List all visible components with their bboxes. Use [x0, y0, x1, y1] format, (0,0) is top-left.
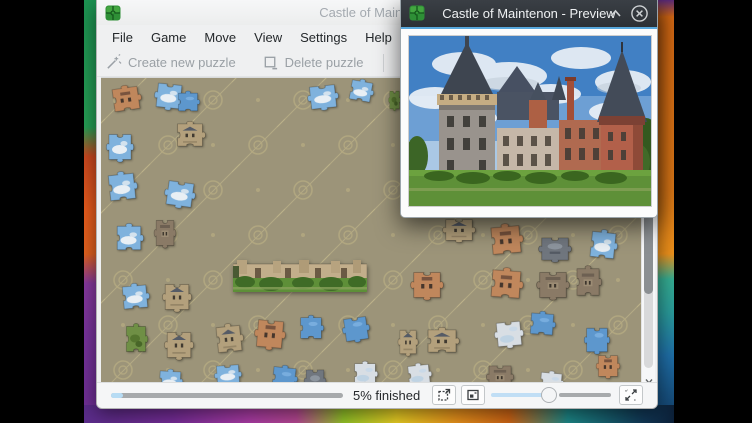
create-new-puzzle-button[interactable]: Create new puzzle [105, 54, 236, 71]
menu-file[interactable]: File [103, 27, 142, 48]
progress-label: 5% finished [353, 388, 420, 403]
delete-puzzle-icon [262, 54, 279, 71]
puzzle-piece-stone[interactable] [397, 326, 419, 358]
zoom-slider[interactable] [491, 385, 611, 405]
preview-titlebar[interactable]: Castle of Maintenon - Preview [401, 0, 657, 27]
puzzle-piece-brick[interactable] [251, 315, 288, 354]
menu-move[interactable]: Move [195, 27, 245, 48]
puzzle-piece-cloud[interactable] [105, 130, 135, 164]
close-icon [630, 4, 649, 23]
menu-view[interactable]: View [245, 27, 291, 48]
puzzle-piece-cloud[interactable] [103, 168, 140, 205]
toolbar-label: Delete puzzle [285, 55, 364, 70]
castle-preview-image [409, 36, 651, 206]
puzzle-piece-green[interactable] [123, 322, 149, 356]
preview-window: Castle of Maintenon - Preview [400, 0, 658, 218]
puzzle-piece-dark[interactable] [537, 234, 573, 264]
puzzle-piece-stone[interactable] [161, 280, 193, 314]
puzzle-piece-sky[interactable] [175, 90, 201, 114]
close-window-button[interactable] [630, 4, 649, 23]
zoom-slider-track-filled[interactable] [491, 393, 545, 397]
shade-window-button[interactable] [606, 4, 625, 23]
puzzle-piece-brick[interactable] [409, 268, 445, 302]
puzzle-piece-cloud[interactable] [305, 80, 342, 113]
wallpaper-right-strip [656, 0, 674, 423]
fit-view-icon [623, 387, 639, 403]
chevron-up-icon [609, 9, 622, 18]
puzzle-piece-white[interactable] [492, 317, 527, 352]
restack-pieces-button[interactable] [432, 385, 456, 405]
scrollbar-thumb[interactable] [644, 210, 653, 294]
menu-game[interactable]: Game [142, 27, 195, 48]
restack-icon [436, 387, 452, 403]
puzzle-piece-brick[interactable] [595, 352, 621, 380]
puzzle-piece-stone[interactable] [163, 328, 195, 362]
puzzle-piece-sky[interactable] [339, 312, 373, 346]
zoom-slider-handle[interactable] [541, 387, 557, 403]
toolbar-label: Create new puzzle [128, 55, 236, 70]
delete-puzzle-button[interactable]: Delete puzzle [262, 54, 364, 71]
zoom-slider-track[interactable] [559, 393, 611, 397]
puzzle-piece-cloud[interactable] [118, 281, 152, 314]
magic-wand-icon [105, 54, 122, 71]
statusbar: 5% finished [97, 382, 658, 408]
puzzle-piece-stone2[interactable] [153, 216, 177, 250]
puzzle-piece-cloud[interactable] [345, 78, 377, 106]
puzzle-piece-cloud[interactable] [585, 226, 620, 263]
assembled-piece-group[interactable] [233, 260, 367, 292]
puzzle-piece-stone[interactable] [211, 320, 246, 357]
puzzle-piece-stone[interactable] [173, 120, 207, 150]
puzzle-piece-cloud[interactable] [113, 222, 145, 254]
puzzle-piece-brick[interactable] [486, 265, 526, 304]
fit-view-button[interactable] [619, 385, 643, 405]
puzzle-piece-stone[interactable] [441, 216, 477, 244]
puzzle-progress-bar [111, 393, 343, 398]
puzzle-piece-stone2[interactable] [573, 264, 603, 300]
desktop: Castle of Maintenon FileGameMoveViewSett… [0, 0, 752, 423]
puzzle-piece-brick[interactable] [107, 82, 145, 116]
puzzle-progress-fill [111, 393, 123, 398]
puzzle-piece-sky[interactable] [526, 309, 558, 339]
menu-help[interactable]: Help [356, 27, 401, 48]
puzzle-piece-stone[interactable] [423, 326, 461, 356]
preview-body [401, 29, 657, 217]
puzzle-piece-cloud[interactable] [161, 176, 199, 212]
menu-settings[interactable]: Settings [291, 27, 356, 48]
toggle-preview-button[interactable] [461, 385, 485, 405]
toolbar-separator [383, 54, 384, 72]
puzzle-piece-sky[interactable] [297, 314, 325, 342]
puzzle-piece-stone2[interactable] [535, 268, 571, 302]
preview-toggle-icon [465, 387, 481, 403]
puzzle-piece-brick[interactable] [486, 220, 527, 259]
